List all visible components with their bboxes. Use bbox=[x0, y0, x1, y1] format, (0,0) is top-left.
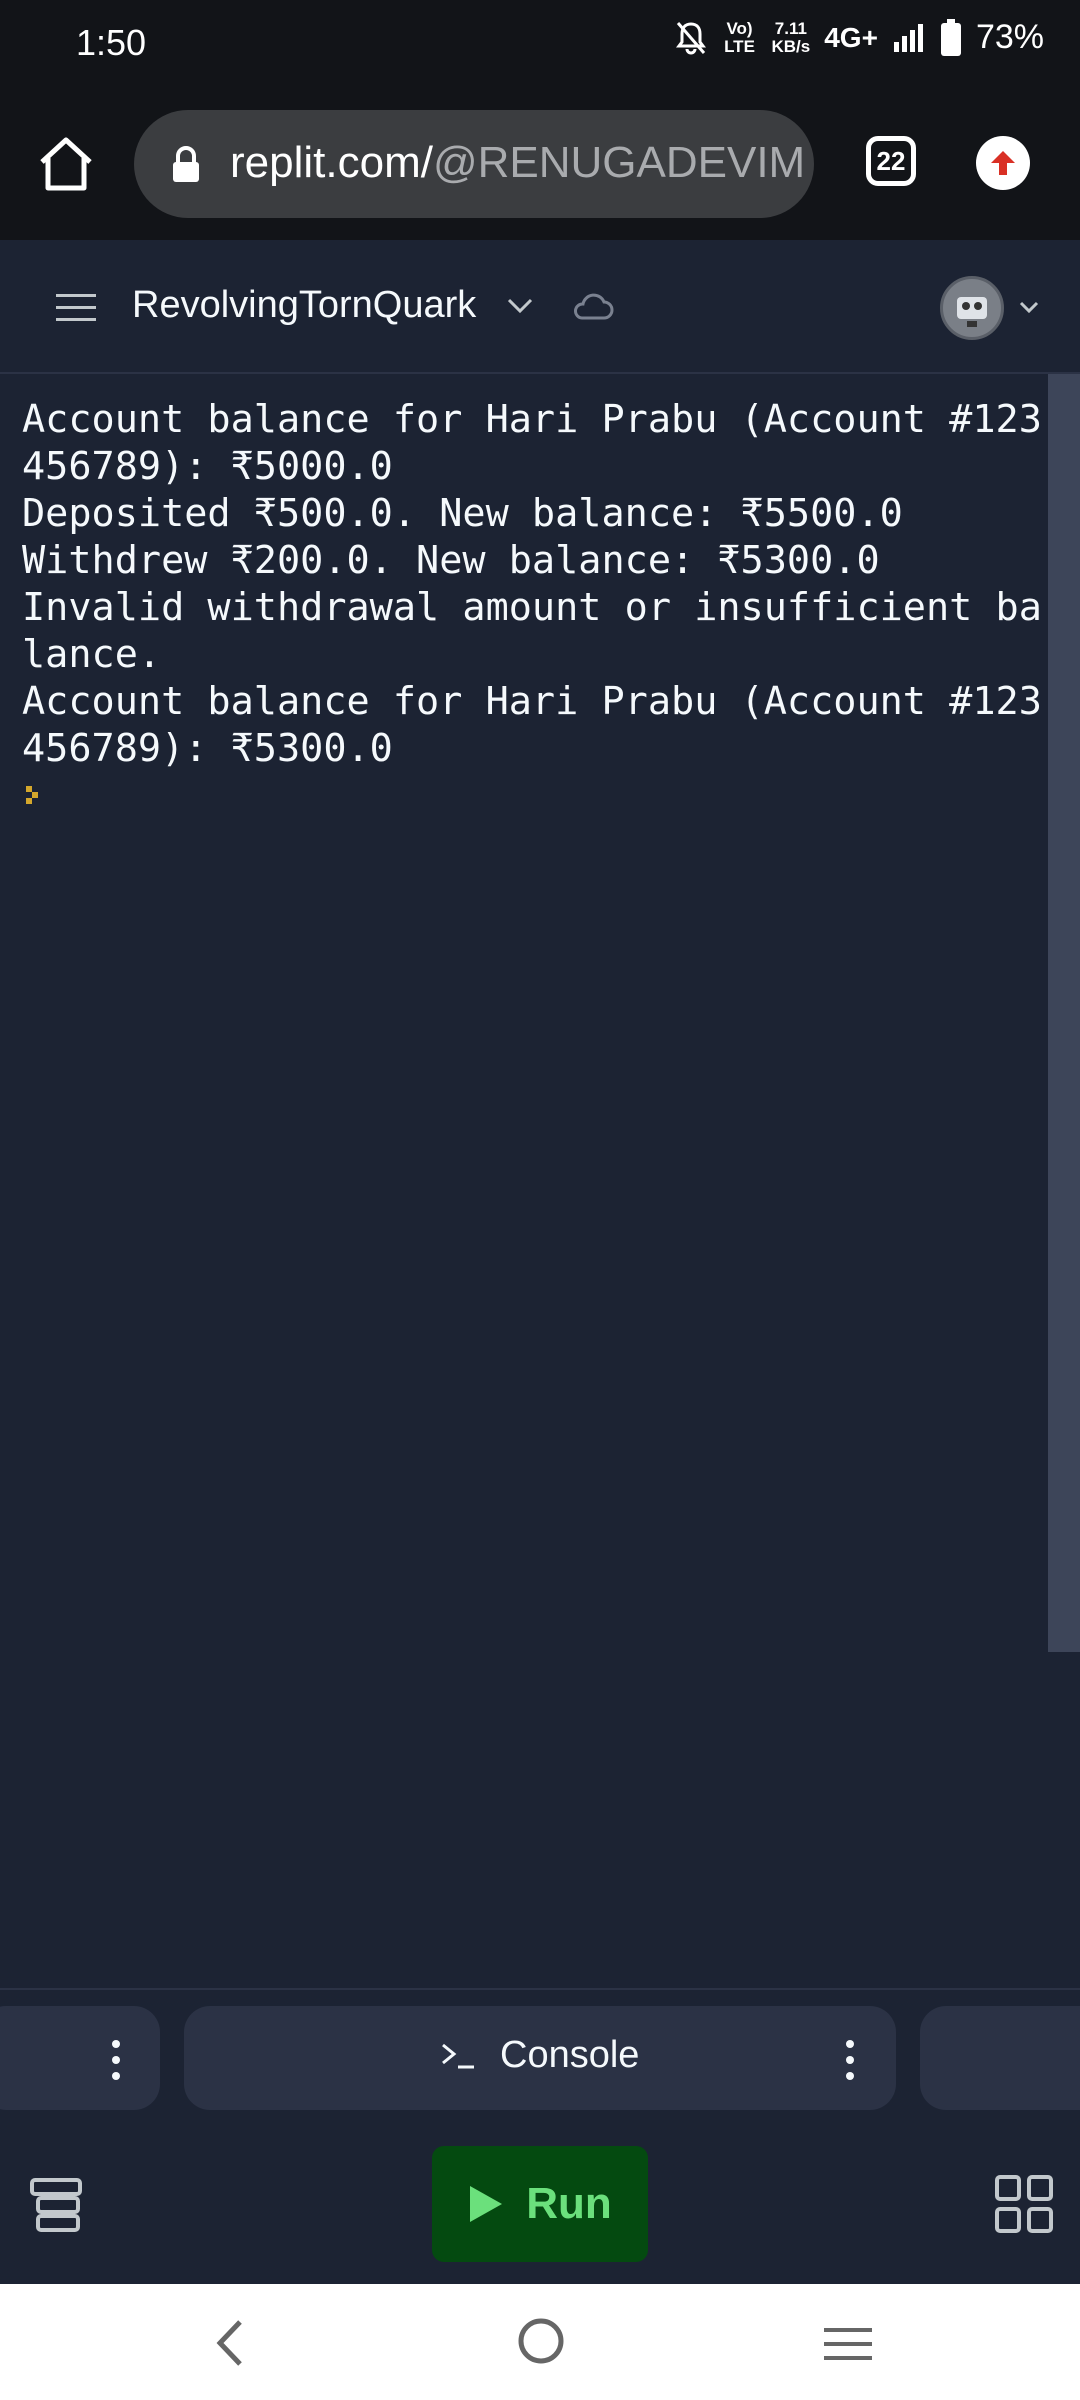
back-icon[interactable] bbox=[210, 2318, 250, 2368]
robot-avatar-icon bbox=[957, 297, 987, 327]
arrow-up-icon bbox=[991, 151, 1015, 175]
battery-percent: 73% bbox=[975, 18, 1044, 56]
tab-previous[interactable] bbox=[0, 2006, 160, 2110]
console-line: Account balance for Hari Prabu (Account … bbox=[22, 397, 1042, 442]
project-name[interactable]: RevolvingTornQuark bbox=[132, 284, 476, 327]
url-text: replit.com/@RENUGADEVIM bbox=[230, 138, 805, 188]
chevron-down-icon[interactable] bbox=[1018, 298, 1040, 316]
network-type: 4G+ bbox=[824, 21, 878, 53]
action-bar: Run bbox=[0, 2122, 1080, 2284]
pane-tabs: Console bbox=[0, 1988, 1080, 2124]
url-bar[interactable]: replit.com/@RENUGADEVIM bbox=[134, 110, 814, 218]
prompt-chevron-icon bbox=[26, 786, 38, 804]
system-nav-bar bbox=[0, 2284, 1080, 2400]
tab-console-label: Console bbox=[500, 2034, 640, 2076]
hamburger-menu-icon[interactable] bbox=[56, 294, 96, 322]
home-icon[interactable] bbox=[36, 134, 96, 194]
tab-console[interactable]: Console bbox=[184, 2006, 896, 2110]
tab-next[interactable] bbox=[920, 2006, 1080, 2110]
network-speed-value: 7.11 bbox=[774, 18, 807, 38]
cloud-icon bbox=[574, 293, 614, 320]
console-line: 456789): ₹5000.0 bbox=[22, 444, 393, 489]
grid-icon[interactable] bbox=[994, 2174, 1054, 2234]
network-speed-unit: KB/s bbox=[771, 36, 811, 56]
home-circle-icon[interactable] bbox=[516, 2316, 566, 2366]
terminal-icon bbox=[442, 2043, 474, 2068]
update-button[interactable] bbox=[976, 136, 1030, 190]
console-line: Account balance for Hari Prabu (Account … bbox=[22, 679, 1042, 724]
avatar[interactable] bbox=[940, 276, 1004, 340]
status-time: 1:50 bbox=[76, 22, 147, 63]
mute-bell-icon bbox=[675, 21, 706, 54]
more-options-icon[interactable] bbox=[846, 2040, 854, 2080]
run-label: Run bbox=[526, 2179, 612, 2228]
status-indicators: Vo) LTE 7.11 KB/s 4G+ 73% bbox=[674, 18, 1044, 57]
network-speed: 7.11 KB/s bbox=[771, 18, 811, 56]
tab-switcher-button[interactable]: 22 bbox=[866, 136, 916, 186]
run-button[interactable]: Run bbox=[432, 2146, 648, 2262]
browser-bar: replit.com/@RENUGADEVIM 22 bbox=[0, 90, 1080, 240]
play-icon bbox=[470, 2186, 503, 2222]
console-scrollbar[interactable] bbox=[1048, 374, 1080, 1652]
console-output: Account balance for Hari Prabu (Account … bbox=[0, 374, 1048, 1986]
app-header: RevolvingTornQuark bbox=[0, 240, 1080, 374]
recents-menu-icon[interactable] bbox=[822, 2324, 874, 2364]
chevron-down-icon[interactable] bbox=[506, 294, 534, 318]
signal-icon bbox=[893, 23, 923, 52]
tab-count: 22 bbox=[876, 145, 906, 176]
console-line: Invalid withdrawal amount or insufficien… bbox=[22, 585, 1042, 630]
more-options-icon[interactable] bbox=[112, 2040, 120, 2080]
url-host: replit.com/ bbox=[230, 138, 433, 187]
lock-icon bbox=[173, 146, 199, 182]
battery-icon bbox=[940, 18, 961, 56]
volte-indicator: Vo) LTE bbox=[724, 18, 755, 56]
console-line: 456789): ₹5300.0 bbox=[22, 726, 393, 771]
files-stack-icon[interactable] bbox=[28, 2176, 84, 2234]
console-line: lance. bbox=[22, 632, 162, 677]
status-bar: 1:50 Vo) LTE 7.11 KB/s 4G+ 73% bbox=[0, 0, 1080, 90]
url-path: @RENUGADEVIM bbox=[432, 138, 806, 187]
tab-console-title: Console bbox=[440, 2034, 639, 2077]
console-line: Deposited ₹500.0. New balance: ₹5500.0 bbox=[22, 491, 903, 536]
console-line: Withdrew ₹200.0. New balance: ₹5300.0 bbox=[22, 538, 880, 583]
